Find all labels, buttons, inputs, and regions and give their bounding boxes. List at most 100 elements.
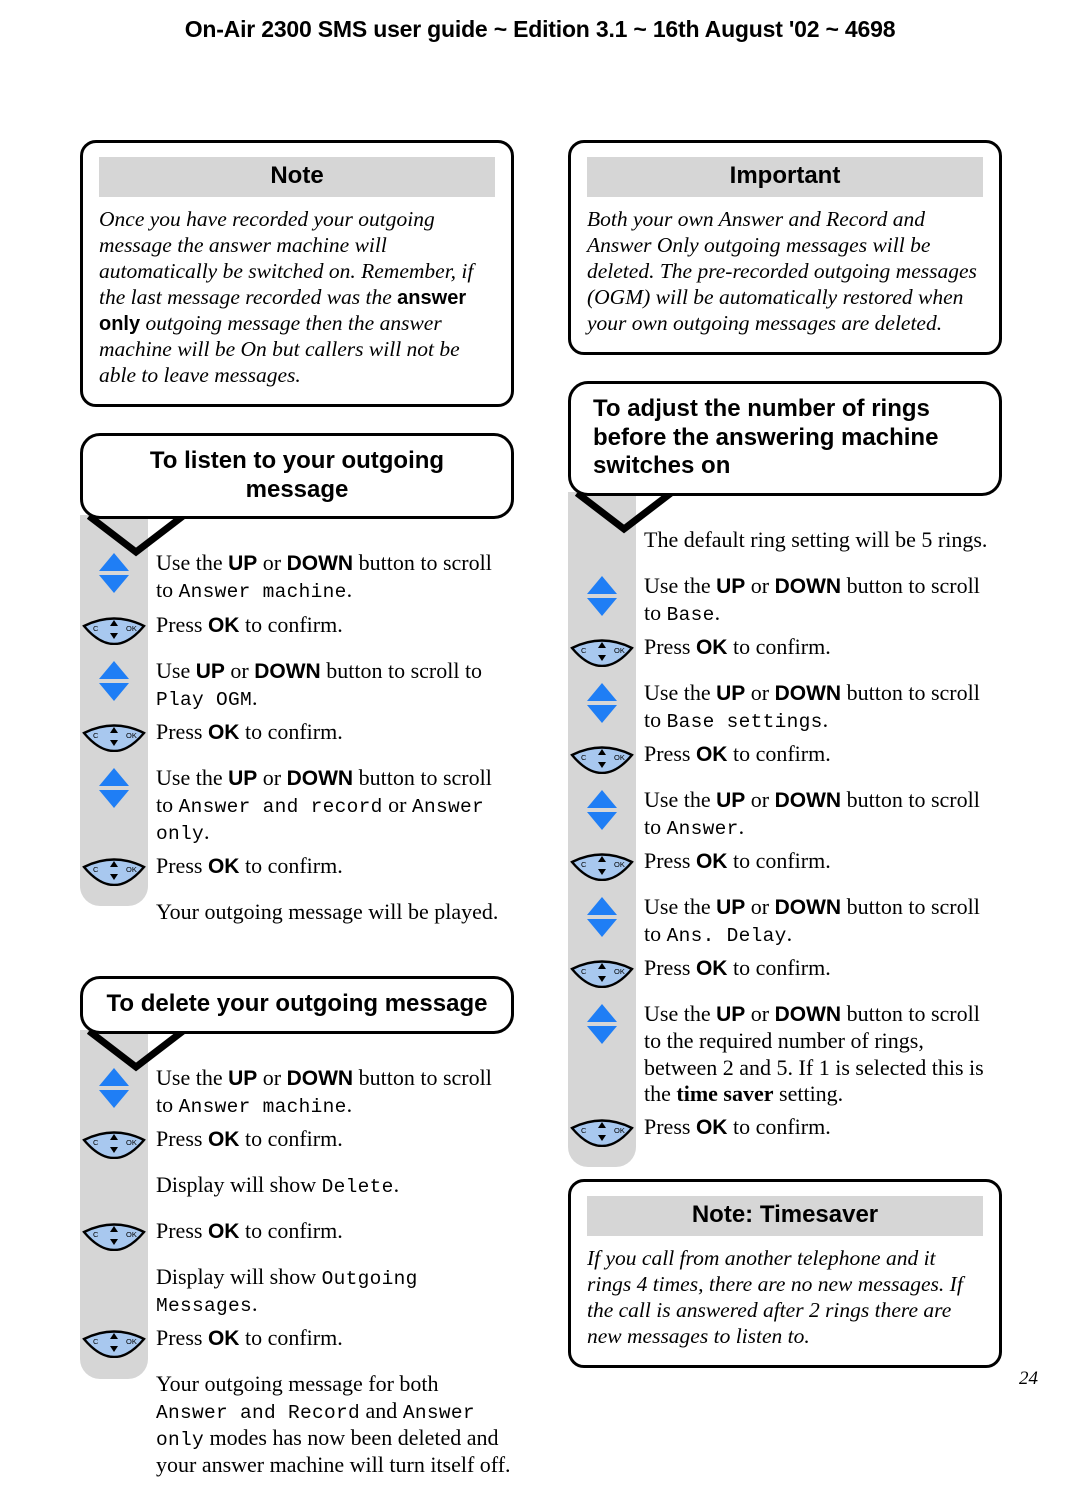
t: Press bbox=[156, 853, 208, 879]
t: DOWN bbox=[286, 552, 354, 576]
list-item-text: Display will show Delete. bbox=[148, 1171, 514, 1199]
list-item: C OK Press OK to confirm. bbox=[80, 611, 514, 651]
t: OK bbox=[695, 743, 728, 767]
t: Your outgoing message for both bbox=[156, 1371, 439, 1397]
svg-text:C: C bbox=[93, 1138, 99, 1147]
list-item-text: Press OK to confirm. bbox=[636, 633, 1002, 661]
t: modes has now been deleted and your answ… bbox=[156, 1424, 511, 1477]
t: OK bbox=[207, 720, 240, 744]
no-icon-spacer bbox=[80, 1171, 148, 1183]
up-down-arrows-icon[interactable] bbox=[568, 572, 636, 618]
up-down-arrows-icon[interactable] bbox=[80, 764, 148, 810]
t: The default ring setting will be 5 rings… bbox=[644, 526, 988, 552]
list-item-text: Use the UP or DOWN button to scroll to B… bbox=[636, 572, 1002, 627]
svg-text:C: C bbox=[93, 865, 99, 874]
t: UP bbox=[716, 789, 746, 813]
page-number: 24 bbox=[1019, 1368, 1038, 1389]
t: . bbox=[393, 1171, 400, 1197]
nav-ok-button-icon[interactable]: C OK bbox=[80, 1125, 148, 1159]
nav-ok-button-icon[interactable]: C OK bbox=[568, 954, 636, 989]
t: to confirm. bbox=[727, 1113, 831, 1139]
t: OK bbox=[695, 1115, 728, 1139]
list-item: Use UP or DOWN button to scroll to Play … bbox=[80, 657, 514, 712]
lcd-text: Answer machine bbox=[178, 1095, 347, 1118]
list-item-text: The default ring setting will be 5 rings… bbox=[636, 526, 1002, 553]
callout-delete-label: To delete your outgoing message bbox=[106, 990, 488, 1018]
t: UP bbox=[716, 681, 746, 705]
t: DOWN bbox=[774, 896, 842, 920]
nav-ok-button-icon[interactable]: C OK bbox=[568, 847, 636, 882]
t: Your outgoing message will be played. bbox=[156, 899, 499, 925]
t: or bbox=[745, 894, 775, 920]
list-item: Display will show Delete. bbox=[80, 1171, 514, 1211]
t: UP bbox=[716, 1003, 746, 1027]
callout-delete-title: To delete your outgoing message bbox=[80, 976, 514, 1072]
callout-rings-title: To adjust the number of rings before the… bbox=[568, 381, 1002, 534]
t: . bbox=[204, 819, 210, 845]
t: or bbox=[257, 550, 287, 576]
t: OK bbox=[695, 850, 728, 874]
list-item-text: Press OK to confirm. bbox=[636, 740, 1002, 768]
svg-text:C: C bbox=[581, 646, 587, 655]
nav-ok-button-icon[interactable]: C OK bbox=[80, 611, 148, 645]
procedure-delete-outgoing-message: To delete your outgoing message Use the … bbox=[80, 976, 514, 1478]
t: Press bbox=[156, 1125, 208, 1151]
t: to confirm. bbox=[727, 633, 831, 659]
t: DOWN bbox=[774, 574, 842, 598]
up-down-arrows-icon[interactable] bbox=[80, 1064, 148, 1110]
nav-ok-button-icon[interactable]: C OK bbox=[80, 852, 148, 887]
steps-listen-wrap: Use the UP or DOWN button to scroll to A… bbox=[80, 515, 514, 938]
list-item: Use the UP or DOWN button to scroll to A… bbox=[80, 764, 514, 846]
t: to confirm. bbox=[727, 848, 831, 874]
t: or bbox=[382, 791, 412, 817]
list-item-text: Press OK to confirm. bbox=[636, 847, 1002, 875]
svg-text:OK: OK bbox=[126, 1138, 137, 1147]
nav-ok-button-icon[interactable]: C OK bbox=[568, 633, 636, 667]
steps-rings-wrap: The default ring setting will be 5 rings… bbox=[568, 491, 1002, 1167]
lcd-text: Base bbox=[666, 603, 715, 626]
steps-delete-wrap: Use the UP or DOWN button to scroll to A… bbox=[80, 1029, 514, 1478]
list-item-text: Press OK to confirm. bbox=[636, 1113, 1002, 1141]
lcd-text: Answer and record bbox=[178, 795, 383, 818]
t: DOWN bbox=[774, 789, 842, 813]
list-item: C OK Press OK to confirm. bbox=[80, 1217, 514, 1257]
up-down-arrows-icon[interactable] bbox=[568, 786, 636, 832]
note-body-post: outgoing message then the answer machine… bbox=[99, 311, 460, 388]
list-item: C OK Press OK to confirm. bbox=[568, 1113, 1002, 1153]
t: UP bbox=[716, 896, 746, 920]
t: Press bbox=[644, 848, 696, 874]
no-icon-spacer bbox=[80, 1263, 148, 1275]
nav-ok-button-icon[interactable]: C OK bbox=[80, 1324, 148, 1359]
nav-ok-button-icon[interactable]: C OK bbox=[568, 740, 636, 775]
t: time saver bbox=[676, 1080, 774, 1106]
up-down-arrows-icon[interactable] bbox=[568, 1000, 636, 1046]
t: OK bbox=[207, 1127, 240, 1151]
no-icon-spacer bbox=[80, 1370, 148, 1382]
up-down-arrows-icon[interactable] bbox=[80, 657, 148, 703]
nav-ok-button-icon[interactable]: C OK bbox=[80, 1217, 148, 1251]
list-item: C OK Press OK to confirm. bbox=[80, 1125, 514, 1165]
list-item-text: Use the UP or DOWN button to scroll to A… bbox=[148, 1064, 514, 1119]
t: to confirm. bbox=[239, 1125, 343, 1151]
list-item: Use the UP or DOWN button to scroll to A… bbox=[568, 786, 1002, 841]
t: OK bbox=[207, 1219, 240, 1243]
t: Use the bbox=[156, 550, 229, 576]
t: Press bbox=[644, 741, 696, 767]
svg-text:OK: OK bbox=[614, 860, 625, 869]
svg-text:C: C bbox=[93, 731, 99, 740]
up-down-arrows-icon[interactable] bbox=[568, 679, 636, 725]
svg-text:OK: OK bbox=[126, 624, 137, 633]
list-item-text: Display will show Outgoing Messages. bbox=[148, 1263, 514, 1318]
timesaver-note-body: If you call from another telephone and i… bbox=[587, 1245, 963, 1348]
up-down-arrows-icon[interactable] bbox=[80, 549, 148, 595]
svg-text:OK: OK bbox=[614, 1126, 625, 1135]
nav-ok-button-icon[interactable]: C OK bbox=[80, 718, 148, 752]
t: UP bbox=[228, 552, 258, 576]
callout-listen-title: To listen to your outgoing message bbox=[80, 433, 514, 557]
nav-ok-button-icon[interactable]: C OK bbox=[568, 1113, 636, 1147]
t: to confirm. bbox=[239, 853, 343, 879]
svg-text:C: C bbox=[581, 860, 587, 869]
t: to confirm. bbox=[239, 1217, 343, 1243]
up-down-arrows-icon[interactable] bbox=[568, 893, 636, 939]
t: DOWN bbox=[774, 681, 842, 705]
